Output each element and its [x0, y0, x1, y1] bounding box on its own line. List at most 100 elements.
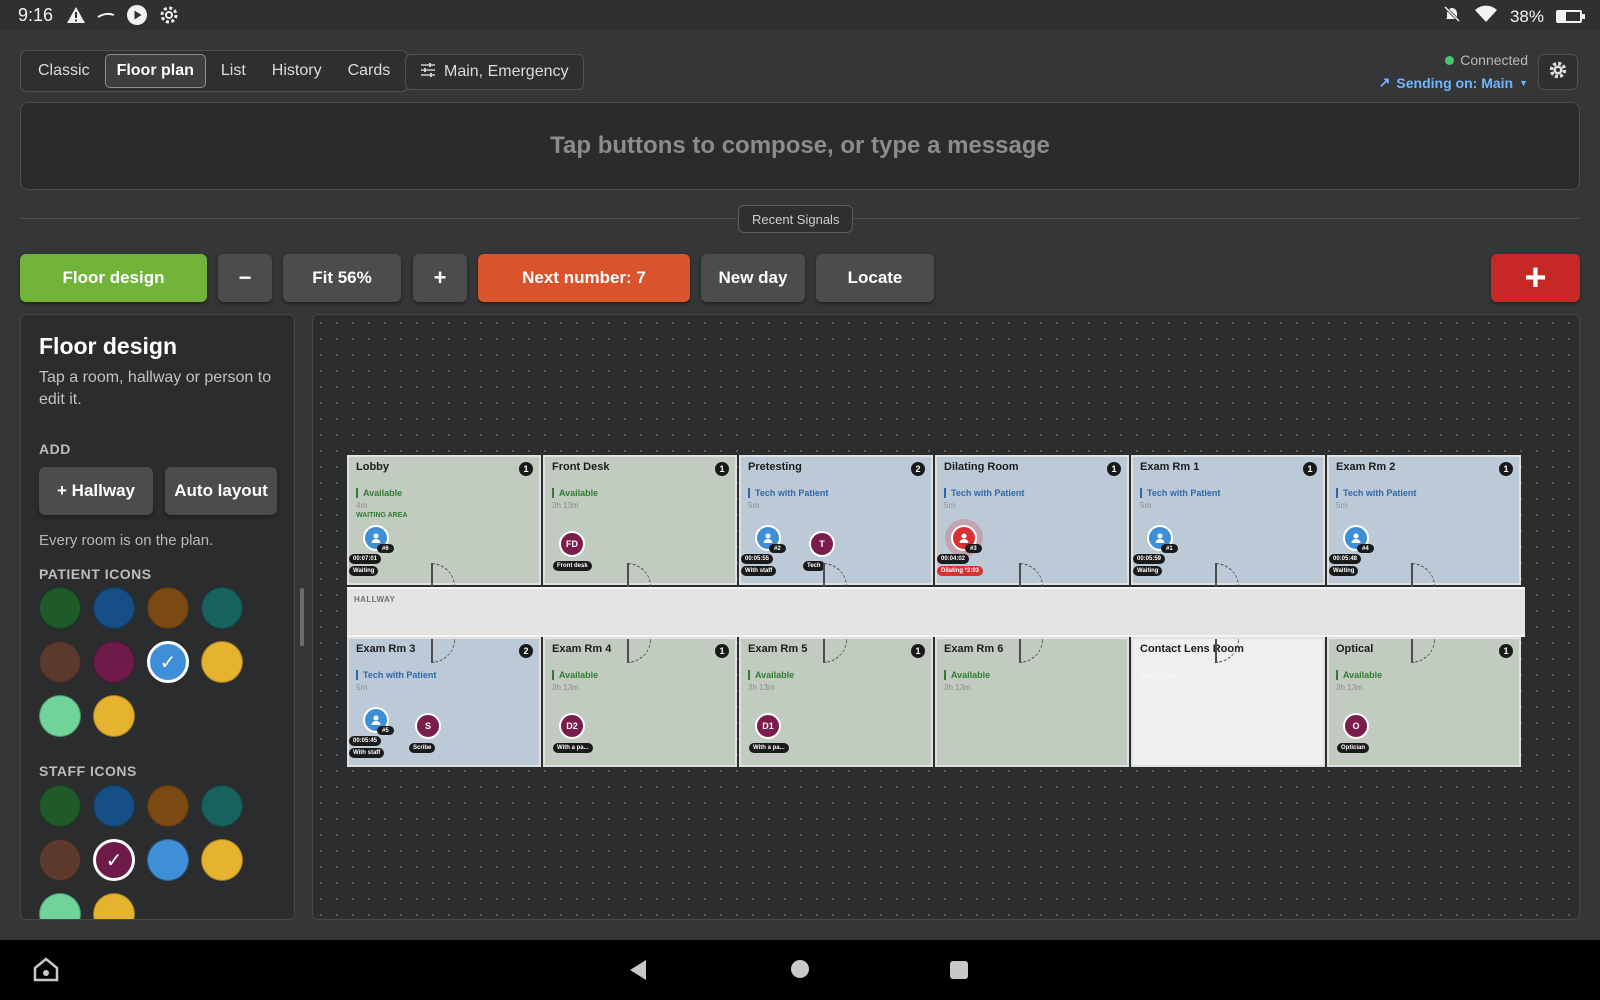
view-tabs: Classic Floor plan List History Cards [20, 50, 409, 92]
patient-color-swatch[interactable] [201, 587, 243, 629]
room-elapsed-time: 3h 13m [944, 683, 971, 692]
staff-color-swatch[interactable] [147, 785, 189, 827]
patient-timer: 00:05:55 [741, 554, 774, 564]
room-count-badge: 1 [1303, 462, 1317, 476]
add-hallway-button[interactable]: + Hallway [39, 467, 153, 515]
patient-timer: 00:07:01 [349, 554, 382, 564]
tab-cards[interactable]: Cards [337, 54, 402, 88]
patient-color-swatch[interactable] [147, 587, 189, 629]
room-status: Tech with Patient [356, 670, 436, 680]
room-count-badge: 1 [715, 462, 729, 476]
connected-dot-icon [1445, 55, 1455, 65]
patient-number: #3 [965, 544, 982, 553]
message-compose-field[interactable]: Tap buttons to compose, or type a messag… [20, 102, 1580, 190]
floor-plan-canvas[interactable]: HALLWAY Lobby 1 Available 4m WAITING AREA #6 0… [312, 314, 1580, 920]
compose-placeholder: Tap buttons to compose, or type a messag… [550, 132, 1050, 159]
locate-label: Locate [847, 268, 903, 287]
staff-color-swatch[interactable] [147, 839, 189, 881]
tab-history[interactable]: History [261, 54, 333, 88]
patient-color-swatch[interactable] [201, 641, 243, 683]
zoom-in-button[interactable]: + [413, 254, 467, 302]
next-number-button[interactable]: Next number: 7 [478, 254, 690, 302]
battery-icon [1556, 10, 1585, 23]
room-front-desk[interactable]: Front Desk 1 Available 3h 13m FD Front desk [543, 455, 737, 585]
panel-scrollbar[interactable] [300, 588, 304, 646]
patient-icons-label: PATIENT ICONS [39, 566, 152, 582]
patient-timer: 00:04:02 [937, 554, 970, 564]
patient-status-tag: Waiting [349, 566, 379, 576]
play-icon [126, 4, 148, 31]
room-elapsed-time: 3h 13m [552, 501, 579, 510]
room-pretesting[interactable]: Pretesting 2 Tech with Patient 5m #2 00:05:55… [739, 455, 933, 585]
staff-color-swatch[interactable] [201, 839, 243, 881]
patient-color-swatch[interactable] [39, 641, 81, 683]
room-exam-rm-2[interactable]: Exam Rm 2 1 Tech with Patient 5m #4 00:05:48 W… [1327, 455, 1521, 585]
staff-initials: D1 [755, 713, 781, 739]
tab-list[interactable]: List [210, 54, 257, 88]
staff-color-swatch[interactable] [39, 893, 81, 919]
patient-color-swatch[interactable] [39, 695, 81, 737]
room-status: Available [1140, 670, 1177, 680]
staff-initials: S [415, 713, 441, 739]
clock: 9:16 [18, 5, 54, 25]
new-day-label: New day [718, 268, 788, 287]
room-status: Available [748, 670, 794, 680]
zoom-in-label: + [433, 265, 447, 290]
room-exam-rm-1[interactable]: Exam Rm 1 1 Tech with Patient 5m #1 00:05:59 W… [1131, 455, 1325, 585]
staff-color-swatch[interactable] [93, 839, 135, 881]
patient-color-swatch[interactable] [93, 587, 135, 629]
room-status: Available [356, 488, 402, 498]
patient-status-tag: Dilating *2:03 [937, 566, 984, 576]
patient-color-swatch[interactable] [93, 641, 135, 683]
patient-status-tag: With staff [349, 748, 385, 758]
room-elapsed-time: 5m [356, 683, 368, 692]
system-status-bar: 9:16 38% [0, 0, 1600, 30]
patient-color-swatch[interactable] [147, 641, 189, 683]
room-status: Tech with Patient [1336, 488, 1416, 498]
locate-button[interactable]: Locate [816, 254, 934, 302]
staff-color-swatch[interactable] [39, 785, 81, 827]
gear-icon [1548, 60, 1568, 85]
staff-color-swatch[interactable] [93, 893, 135, 919]
channel-filter-button[interactable]: Main, Emergency [405, 54, 584, 90]
room-count-badge: 1 [715, 644, 729, 658]
settings-button[interactable] [1538, 54, 1578, 90]
floor-design-button[interactable]: Floor design [20, 254, 207, 302]
home-app-icon[interactable] [32, 956, 60, 987]
room-elapsed-time: 5m [1336, 501, 1348, 510]
staff-role-tag: Tech [803, 561, 825, 571]
room-dilating-room[interactable]: Dilating Room 1 Tech with Patient 5m #3 00:04… [935, 455, 1129, 585]
tab-classic[interactable]: Classic [27, 54, 101, 88]
staff-icons-label: STAFF ICONS [39, 763, 137, 779]
room-lobby[interactable]: Lobby 1 Available 4m WAITING AREA #6 00:07:01 W… [347, 455, 541, 585]
zoom-out-button[interactable]: − [218, 254, 272, 302]
back-icon[interactable] [630, 960, 646, 980]
auto-layout-button[interactable]: Auto layout [165, 467, 277, 515]
room-subtitle: WAITING AREA [356, 512, 408, 519]
staff-color-swatch[interactable] [93, 785, 135, 827]
staff-color-swatch[interactable] [39, 839, 81, 881]
staff-role-tag: Scribe [409, 743, 436, 753]
recents-icon[interactable] [950, 961, 968, 979]
room-count-badge: 1 [1499, 644, 1513, 658]
sending-channel-selector[interactable]: ↗ Sending on: Main ▼ [1379, 74, 1528, 91]
fit-zoom-button[interactable]: Fit 56% [283, 254, 401, 302]
new-day-button[interactable]: New day [701, 254, 805, 302]
staff-role-tag: Front desk [553, 561, 592, 571]
patient-status-tag: Waiting [1133, 566, 1163, 576]
emergency-add-button[interactable]: + [1491, 254, 1580, 302]
room-elapsed-time: 4m [356, 501, 368, 510]
staff-color-swatch[interactable] [201, 785, 243, 827]
staff-initials: T [809, 531, 835, 557]
staff-role-tag: With a pa... [749, 743, 789, 753]
tab-floor-plan[interactable]: Floor plan [104, 54, 206, 88]
patient-color-swatch[interactable] [93, 695, 135, 737]
patient-color-swatch[interactable] [39, 587, 81, 629]
connection-label: Connected [1460, 52, 1528, 68]
home-icon[interactable] [791, 960, 809, 978]
room-elapsed-time: 5m [1140, 501, 1152, 510]
room-count-badge: 1 [1107, 462, 1121, 476]
recent-signals-button[interactable]: Recent Signals [738, 205, 854, 233]
add-section-label: ADD [39, 441, 71, 457]
hallway[interactable]: HALLWAY [347, 587, 1525, 637]
